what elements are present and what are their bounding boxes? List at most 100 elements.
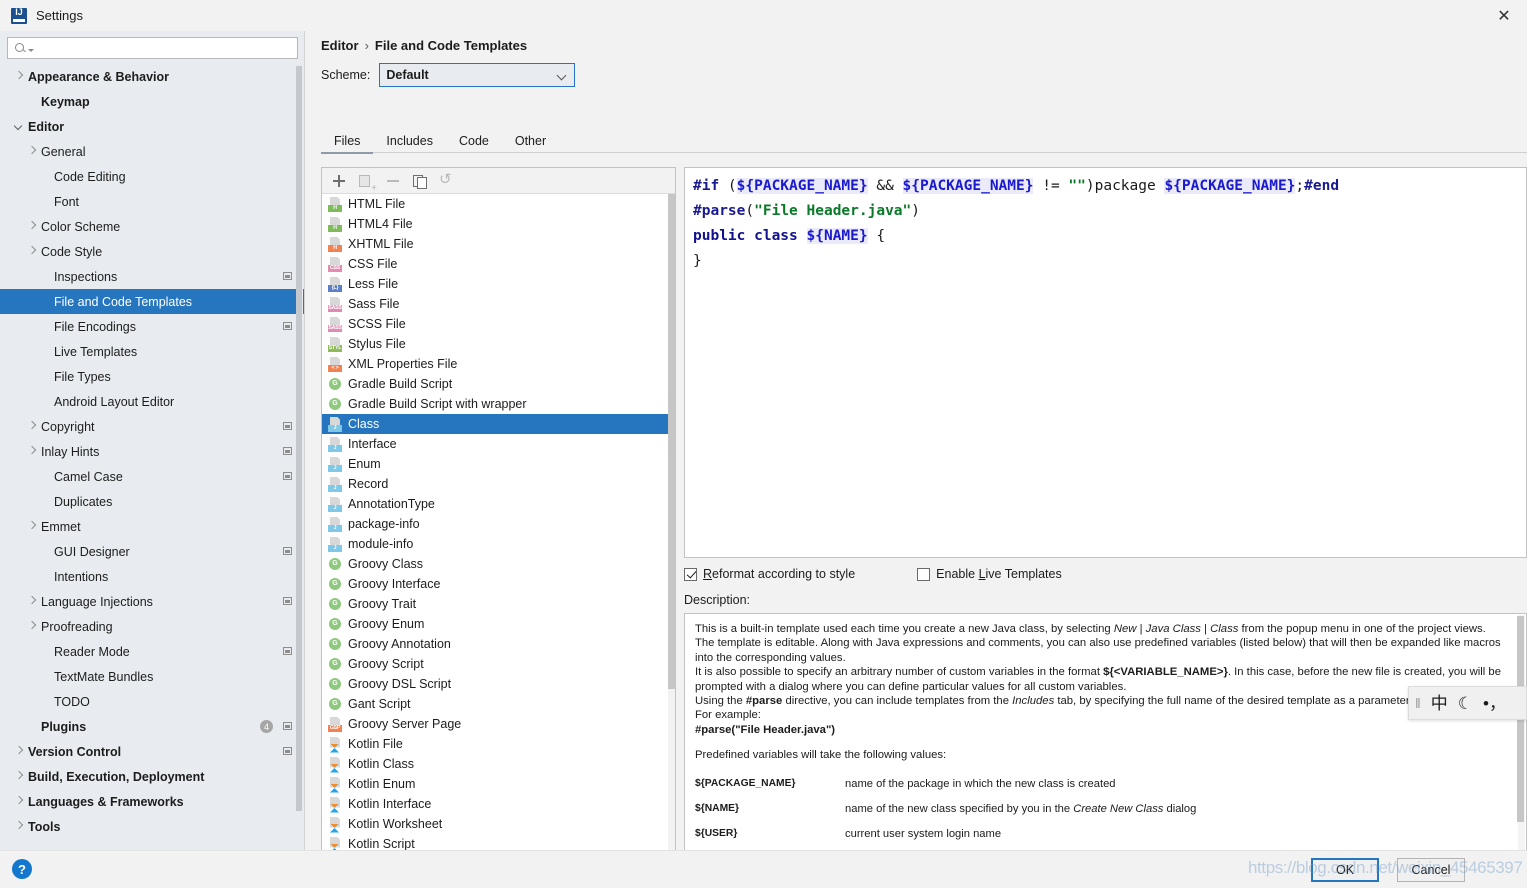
chevron-right-icon[interactable] bbox=[14, 746, 25, 757]
template-list-item[interactable]: G Groovy Enum bbox=[322, 614, 675, 634]
template-list-item[interactable]: G Gant Script bbox=[322, 694, 675, 714]
reset-icon[interactable] bbox=[439, 170, 455, 189]
sidebar-item-general[interactable]: General bbox=[0, 139, 304, 164]
live-templates-checkbox-label[interactable]: Enable Live Templates bbox=[936, 567, 1062, 581]
sidebar-item-file-types[interactable]: File Types bbox=[0, 364, 304, 389]
ok-button[interactable]: OK bbox=[1311, 858, 1379, 882]
remove-icon[interactable] bbox=[385, 173, 401, 189]
sidebar-item-intentions[interactable]: Intentions bbox=[0, 564, 304, 589]
chevron-right-icon[interactable] bbox=[27, 521, 38, 532]
template-list-scrollbar-thumb[interactable] bbox=[668, 194, 675, 689]
template-list-item[interactable]: H HTML4 File bbox=[322, 214, 675, 234]
template-list-item[interactable]: G Groovy Script bbox=[322, 654, 675, 674]
template-list-item[interactable]: {L} Less File bbox=[322, 274, 675, 294]
sidebar-item-inlay-hints[interactable]: Inlay Hints bbox=[0, 439, 304, 464]
chevron-right-icon[interactable] bbox=[14, 71, 25, 82]
sidebar-item-version-control[interactable]: Version Control bbox=[0, 739, 304, 764]
template-list-item[interactable]: J AnnotationType bbox=[322, 494, 675, 514]
template-list-item[interactable]: STYL Stylus File bbox=[322, 334, 675, 354]
copy-template-icon[interactable] bbox=[358, 173, 374, 189]
template-list-item[interactable]: J Class bbox=[322, 414, 675, 434]
sidebar-item-android-layout-editor[interactable]: Android Layout Editor bbox=[0, 389, 304, 414]
tab-files[interactable]: Files bbox=[321, 129, 374, 154]
breadcrumb-parent[interactable]: Editor bbox=[321, 38, 359, 53]
sidebar-item-file-and-code-templates[interactable]: File and Code Templates bbox=[0, 289, 304, 314]
sidebar-item-plugins[interactable]: Plugins 4 bbox=[0, 714, 304, 739]
template-list-item[interactable]: H XHTML File bbox=[322, 234, 675, 254]
template-list-item[interactable]: G Groovy Trait bbox=[322, 594, 675, 614]
sidebar-item-code-style[interactable]: Code Style bbox=[0, 239, 304, 264]
close-icon[interactable]: ✕ bbox=[1481, 0, 1527, 31]
sidebar-item-todo[interactable]: TODO bbox=[0, 689, 304, 714]
chevron-right-icon[interactable] bbox=[14, 771, 25, 782]
sidebar-item-inspections[interactable]: Inspections bbox=[0, 264, 304, 289]
template-list-item[interactable]: J Record bbox=[322, 474, 675, 494]
sidebar-item-appearance-behavior[interactable]: Appearance & Behavior bbox=[0, 64, 304, 89]
sidebar-item-live-templates[interactable]: Live Templates bbox=[0, 339, 304, 364]
sidebar-item-camel-case[interactable]: Camel Case bbox=[0, 464, 304, 489]
template-list-item[interactable]: G Groovy Annotation bbox=[322, 634, 675, 654]
sidebar-item-gui-designer[interactable]: GUI Designer bbox=[0, 539, 304, 564]
live-templates-checkbox[interactable] bbox=[917, 567, 931, 581]
template-list-item[interactable]: CSS CSS File bbox=[322, 254, 675, 274]
template-list-item[interactable]: J Enum bbox=[322, 454, 675, 474]
search-box[interactable] bbox=[7, 37, 298, 59]
add-icon[interactable] bbox=[331, 173, 347, 189]
sidebar-item-file-encodings[interactable]: File Encodings bbox=[0, 314, 304, 339]
template-list-item[interactable]: J Interface bbox=[322, 434, 675, 454]
chevron-right-icon[interactable] bbox=[27, 246, 38, 257]
template-list-item[interactable]: SASS SCSS File bbox=[322, 314, 675, 334]
sidebar-item-editor[interactable]: Editor bbox=[0, 114, 304, 139]
tab-code[interactable]: Code bbox=[446, 129, 502, 153]
template-list-scrollbar-track[interactable] bbox=[668, 194, 675, 868]
template-list-item[interactable]: H HTML File bbox=[322, 194, 675, 214]
template-code-editor[interactable]: #if (${PACKAGE_NAME} && ${PACKAGE_NAME} … bbox=[684, 167, 1527, 558]
template-list-item[interactable]: Kotlin File bbox=[322, 734, 675, 754]
sidebar-scrollbar-track[interactable] bbox=[296, 64, 303, 849]
template-list-item[interactable]: G Gradle Build Script with wrapper bbox=[322, 394, 675, 414]
sidebar-item-copyright[interactable]: Copyright bbox=[0, 414, 304, 439]
sidebar-item-code-editing[interactable]: Code Editing bbox=[0, 164, 304, 189]
sidebar-scrollbar-thumb[interactable] bbox=[296, 66, 302, 811]
sidebar-item-textmate-bundles[interactable]: TextMate Bundles bbox=[0, 664, 304, 689]
reformat-checkbox[interactable] bbox=[684, 567, 697, 581]
chevron-right-icon[interactable] bbox=[27, 596, 38, 607]
search-input[interactable] bbox=[34, 40, 297, 56]
ime-moon-icon[interactable]: ☾ bbox=[1458, 695, 1473, 712]
sidebar-item-keymap[interactable]: Keymap bbox=[0, 89, 304, 114]
description-scrollbar-track[interactable] bbox=[1517, 615, 1525, 868]
sidebar-item-proofreading[interactable]: Proofreading bbox=[0, 614, 304, 639]
sidebar-item-emmet[interactable]: Emmet bbox=[0, 514, 304, 539]
sidebar-item-color-scheme[interactable]: Color Scheme bbox=[0, 214, 304, 239]
ime-grip-icon[interactable]: ‖ bbox=[1415, 695, 1421, 711]
sidebar-item-language-injections[interactable]: Language Injections bbox=[0, 589, 304, 614]
tab-other[interactable]: Other bbox=[502, 129, 559, 153]
ime-language-icon[interactable]: 中 bbox=[1431, 695, 1448, 712]
template-list-item[interactable]: G Groovy Interface bbox=[322, 574, 675, 594]
cancel-button[interactable]: Cancel bbox=[1397, 858, 1465, 882]
template-list-item[interactable]: G Groovy DSL Script bbox=[322, 674, 675, 694]
template-list-item[interactable]: GSP Groovy Server Page bbox=[322, 714, 675, 734]
chevron-right-icon[interactable] bbox=[27, 621, 38, 632]
template-list-item[interactable]: SASS Sass File bbox=[322, 294, 675, 314]
template-list-item[interactable]: Jmodule-info bbox=[322, 534, 675, 554]
template-list-item[interactable]: G Groovy Class bbox=[322, 554, 675, 574]
template-list-item[interactable]: G Gradle Build Script bbox=[322, 374, 675, 394]
template-list-item[interactable]: < > XML Properties File bbox=[322, 354, 675, 374]
sidebar-item-tools[interactable]: Tools bbox=[0, 814, 304, 839]
reformat-checkbox-label[interactable]: Reformat according to style bbox=[703, 567, 855, 581]
template-list-item[interactable]: Kotlin Interface bbox=[322, 794, 675, 814]
sidebar-item-build-execution-deployment[interactable]: Build, Execution, Deployment bbox=[0, 764, 304, 789]
chevron-right-icon[interactable] bbox=[14, 796, 25, 807]
sidebar-item-reader-mode[interactable]: Reader Mode bbox=[0, 639, 304, 664]
scheme-select[interactable]: Default bbox=[379, 63, 576, 87]
template-list-item[interactable]: Kotlin Enum bbox=[322, 774, 675, 794]
chevron-right-icon[interactable] bbox=[27, 146, 38, 157]
chevron-down-icon[interactable] bbox=[14, 121, 25, 132]
sidebar-item-languages-frameworks[interactable]: Languages & Frameworks bbox=[0, 789, 304, 814]
sidebar-item-font[interactable]: Font bbox=[0, 189, 304, 214]
sidebar-item-duplicates[interactable]: Duplicates bbox=[0, 489, 304, 514]
ime-punctuation-icon[interactable]: •， bbox=[1483, 695, 1506, 712]
chevron-right-icon[interactable] bbox=[27, 221, 38, 232]
chevron-right-icon[interactable] bbox=[27, 446, 38, 457]
